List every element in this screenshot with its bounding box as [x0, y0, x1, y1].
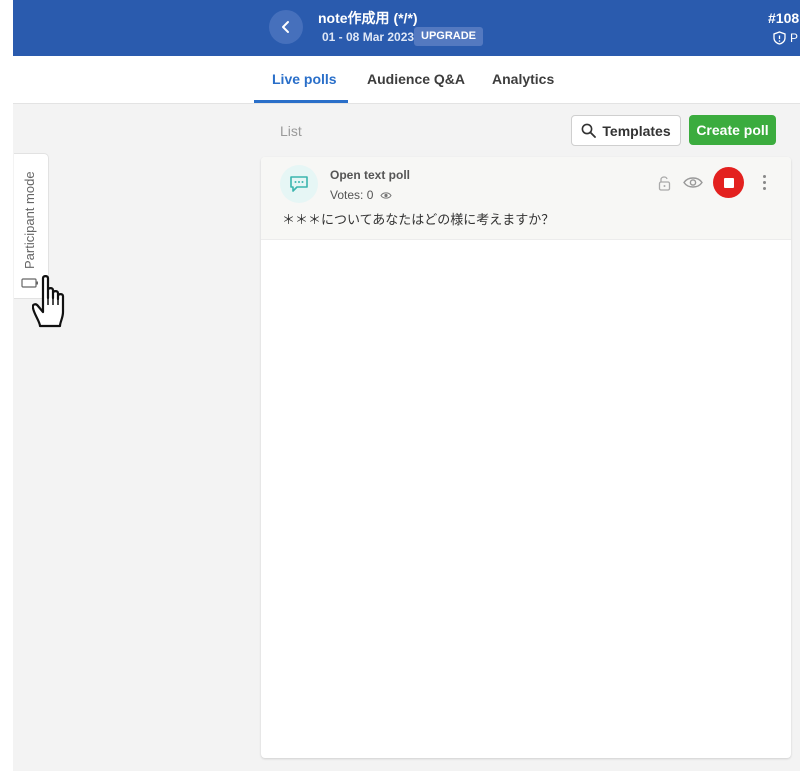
templates-label: Templates: [602, 122, 671, 139]
back-button[interactable]: [269, 10, 303, 44]
privacy-label: P: [790, 31, 799, 45]
poll-card[interactable]: Open text poll Votes: 0 ＊＊＊についてあなたはどの様に考…: [261, 157, 791, 758]
event-code[interactable]: #108: [768, 10, 799, 26]
votes-count: Votes: 0: [330, 188, 374, 202]
poll-question[interactable]: ＊＊＊についてあなたはどの様に考えますか？: [282, 209, 554, 228]
shield-icon: [773, 31, 786, 45]
participant-mode-label: Participant mode: [22, 171, 37, 269]
upgrade-badge[interactable]: UPGRADE: [414, 27, 484, 46]
tab-analytics[interactable]: Analytics: [492, 71, 554, 87]
chat-bubble-icon: [290, 176, 308, 192]
tab-live-polls[interactable]: Live polls: [272, 71, 337, 87]
search-icon: [581, 123, 597, 138]
templates-button[interactable]: Templates: [571, 115, 681, 146]
hand-pointer-icon: [32, 275, 65, 328]
poll-votes: Votes: 0: [330, 188, 392, 202]
stop-icon: [723, 177, 734, 188]
unlock-icon[interactable]: [658, 175, 671, 191]
left-edge: [0, 0, 13, 771]
eye-icon: [380, 191, 392, 199]
stop-poll-button[interactable]: [713, 167, 744, 198]
create-poll-button[interactable]: Create poll: [689, 115, 776, 145]
privacy-status[interactable]: P: [773, 31, 798, 45]
tab-audience-qa[interactable]: Audience Q&A: [367, 71, 465, 87]
list-label: List: [280, 123, 302, 139]
event-title[interactable]: note作成用 (*/*): [318, 8, 418, 28]
main-tabs: Live polls Audience Q&A Analytics: [13, 56, 800, 104]
poll-card-header: Open text poll Votes: 0 ＊＊＊についてあなたはどの様に考…: [261, 157, 791, 240]
poll-type-label: Open text poll: [330, 168, 411, 182]
app-header: note作成用 (*/*) 01 - 08 Mar 2023 UPGRADE #…: [13, 0, 800, 56]
event-dates[interactable]: 01 - 08 Mar 2023: [322, 30, 414, 44]
kebab-menu-icon[interactable]: [761, 175, 767, 190]
active-tab-indicator: [254, 100, 348, 103]
chevron-left-icon: [282, 21, 289, 33]
poll-type-badge: [280, 165, 318, 203]
visibility-eye-icon[interactable]: [683, 176, 703, 189]
